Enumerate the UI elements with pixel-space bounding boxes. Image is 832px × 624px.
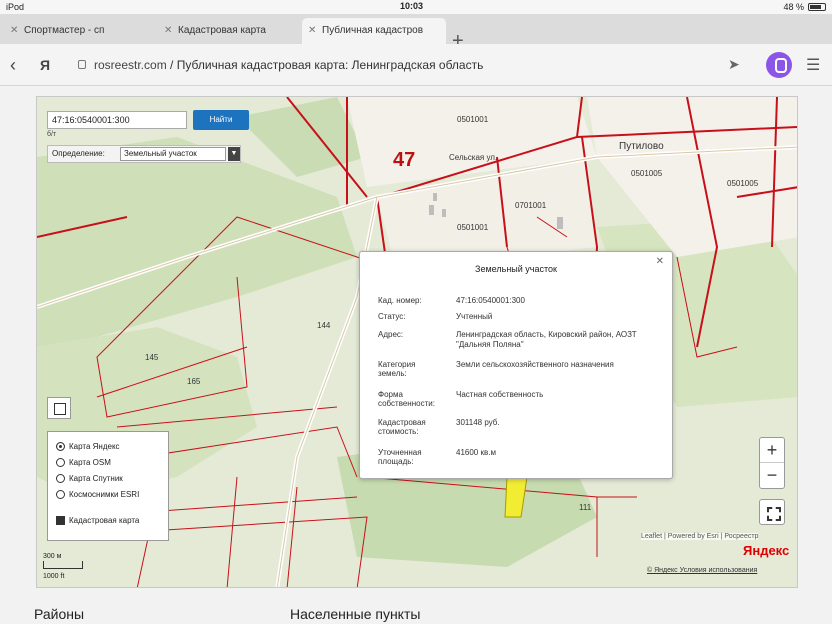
row-value: 41600 кв.м [456, 448, 496, 457]
parcel-label: 0501005 [631, 169, 663, 178]
lock-icon [78, 60, 86, 69]
address-bar: ‹ Я rosreestr.com / Публичная кадастрова… [0, 44, 832, 86]
tab-label: Спортмастер - сп [24, 25, 105, 36]
menu-icon[interactable]: ☰ [806, 55, 820, 75]
row-value: 47:16:0540001:300 [456, 296, 525, 305]
row-label: Кадастровая стоимость: [378, 418, 426, 436]
row-value: Земли сельскохозяйственного назначения [456, 360, 614, 369]
zoom-control: + − [759, 437, 785, 489]
row-label: Категория земель: [378, 360, 416, 378]
parcel-number: 145 [145, 353, 159, 362]
parcel-number: 165 [187, 377, 201, 386]
parcel-info-popup: Земельный участок ✕ Кад. номер: 47:16:054… [359, 251, 673, 479]
layer-label: Карта Яндекс [69, 442, 120, 451]
row-label: Статус: [378, 312, 406, 321]
layer-label: Карта OSM [69, 458, 111, 467]
parcel-label: 0501005 [727, 179, 759, 188]
battery-level: 48 % [783, 2, 804, 12]
radio-icon[interactable] [56, 458, 65, 468]
popup-title: Земельный участок [475, 264, 557, 274]
row-value: Ленинградская область, Кировский район, … [456, 330, 637, 349]
section-heading-districts: Районы [34, 606, 85, 622]
dropdown-icon[interactable]: ▼ [228, 147, 240, 161]
parcel-label: 0501001 [457, 115, 489, 124]
parcel-number: 144 [317, 321, 331, 330]
status-bar: iPod 10:03 48 % [0, 0, 832, 14]
close-icon[interactable]: ✕ [10, 25, 18, 36]
layers-panel: Карта Яндекс Карта OSM Карта Спутник Кос… [47, 431, 169, 541]
terms-link[interactable]: © Яндекс Условия использования [647, 567, 757, 574]
close-icon[interactable]: ✕ [164, 25, 172, 36]
layer-label: Космоснимки ESRI [69, 490, 140, 499]
filter-label: Определение: [52, 149, 105, 158]
layer-satellite[interactable]: Карта Спутник [56, 474, 123, 488]
tab-cadastral-map[interactable]: ✕ Кадастровая карта [158, 18, 300, 44]
district-number: 47 [393, 149, 416, 171]
url-separator: / [170, 58, 174, 72]
radio-icon[interactable] [56, 490, 65, 500]
village-label: Путилово [619, 141, 664, 152]
battery-icon [808, 3, 826, 11]
parcel-label: 0501001 [457, 223, 489, 232]
device-name: iPod [6, 2, 25, 12]
cadastral-map[interactable]: 47 0501001 0501001 0701001 0501005 05010… [36, 96, 798, 588]
scale-imperial: 1000 ft [43, 573, 65, 580]
row-label: Адрес: [378, 330, 404, 339]
row-label: Уточненная площадь: [378, 448, 422, 466]
url-field[interactable]: rosreestr.com / Публичная кадастровая ка… [94, 58, 483, 72]
row-label: Кад. номер: [378, 296, 422, 305]
fullscreen-button[interactable] [759, 499, 785, 525]
zoom-in-button[interactable]: + [760, 438, 784, 463]
row-value: Учтенный [456, 312, 493, 321]
layer-label: Карта Спутник [69, 474, 123, 483]
layer-esri[interactable]: Космоснимки ESRI [56, 490, 139, 504]
close-icon[interactable]: ✕ [656, 256, 664, 267]
radio-selected-icon[interactable] [56, 442, 65, 452]
scale-bar: 300 м 1000 ft [43, 553, 83, 580]
yandex-logo: Яндекс [743, 543, 790, 558]
zoom-out-button[interactable]: − [760, 463, 784, 488]
scale-line [43, 561, 83, 569]
url-page-title: Публичная кадастровая карта: Ленинградск… [176, 58, 484, 72]
search-button[interactable]: Найти [193, 110, 249, 130]
radio-icon[interactable] [56, 474, 65, 484]
layer-yandex[interactable]: Карта Яндекс [56, 442, 120, 456]
cadastral-search-input[interactable]: 47:16:0540001:300 [47, 111, 187, 129]
map-attribution: Leaflet | Powered by Esri | Росреестр [641, 533, 759, 540]
layer-cadastral-overlay[interactable]: Кадастровая карта [56, 516, 139, 530]
close-icon[interactable]: ✕ [308, 25, 316, 36]
section-heading-settlements: Населенные пункты [290, 606, 421, 622]
back-button[interactable]: ‹ [10, 55, 16, 76]
clock: 10:03 [400, 1, 424, 11]
row-label: Форма собственности: [378, 390, 435, 408]
checkbox-checked-icon[interactable] [56, 516, 65, 526]
search-hint: б/т [47, 131, 57, 138]
row-value: Частная собственность [456, 390, 544, 399]
url-domain: rosreestr.com [94, 58, 167, 72]
layer-osm[interactable]: Карта OSM [56, 458, 111, 472]
tab-public-cadastral[interactable]: ✕ Публичная кадастров [302, 18, 446, 44]
tab-label: Публичная кадастров [322, 25, 424, 36]
voice-assistant-icon[interactable] [766, 52, 792, 78]
layer-label: Кадастровая карта [69, 516, 140, 525]
parcel-number: 111 [579, 503, 592, 512]
filter-select[interactable]: Земельный участок [120, 147, 226, 161]
tab-sportmaster[interactable]: ✕ Спортмастер - сп [4, 18, 154, 44]
identify-filter: Определение: Земельный участок ▼ [47, 145, 241, 163]
yandex-browser-icon[interactable]: Я [40, 57, 50, 73]
tab-bar: ✕ Спортмастер - сп ✕ Кадастровая карта ✕… [0, 14, 832, 52]
parcel-label: 0701001 [515, 201, 547, 210]
scale-metric: 300 м [43, 553, 62, 560]
tab-label: Кадастровая карта [178, 25, 266, 36]
road-label: Сельская ул. [449, 153, 498, 162]
share-icon[interactable]: ➤ [728, 56, 740, 73]
row-value: 301148 руб. [456, 418, 500, 427]
layers-toggle-button[interactable] [47, 397, 71, 419]
